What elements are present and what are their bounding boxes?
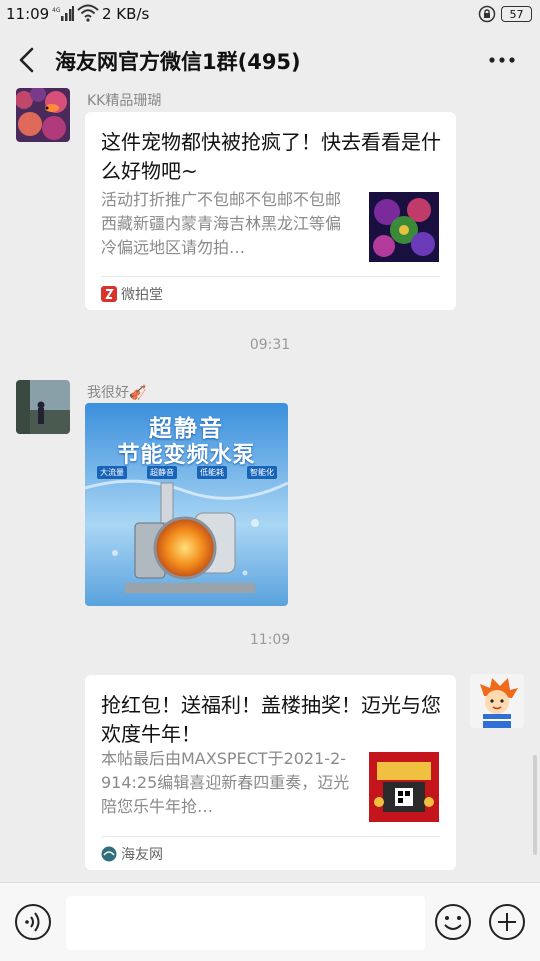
back-arrow-icon[interactable] [15, 46, 39, 74]
network-label: 4G [52, 7, 61, 14]
avatar-self[interactable] [470, 674, 524, 728]
promo-subheading: 节能变频水泵 [117, 443, 256, 468]
source-label: 微拍堂 [121, 287, 163, 303]
promo-tag: 大流量 [97, 466, 127, 479]
link-card[interactable]: 这件宠物都快被抢疯了！快去看看是什么好物吧~ 活动打折推广不包邮不包邮不包邮西藏… [85, 112, 456, 310]
cartoon-avatar-image [470, 674, 524, 728]
card-title: 抢红包！送福利！盖楼抽奖！迈光与您欢度牛年！ [101, 693, 441, 746]
more-icon[interactable] [487, 51, 517, 69]
source-label: 海友网 [121, 847, 163, 863]
scrollbar[interactable] [533, 755, 537, 855]
voice-icon[interactable] [14, 903, 52, 941]
card-thumbnail [369, 752, 439, 822]
coral-avatar-image [16, 88, 70, 142]
promo-tags: 大流量 超静音 低能耗 智能化 [97, 466, 277, 479]
sender-name: 我很好🎻 [87, 385, 147, 401]
card-divider [101, 276, 440, 277]
plus-icon[interactable] [488, 903, 526, 941]
image-message[interactable]: 超静音 节能变频水泵 大流量 超静音 低能耗 智能化 [85, 403, 288, 606]
link-card[interactable]: 抢红包！送福利！盖楼抽奖！迈光与您欢度牛年！ 本帖最后由MAXSPECT于202… [85, 675, 456, 870]
haiyou-logo-icon [101, 846, 117, 862]
promo-tag: 超静音 [147, 466, 177, 479]
card-source: 海友网 [101, 844, 163, 864]
card-title: 这件宠物都快被抢疯了！快去看看是什么好物吧~ [101, 130, 441, 183]
sender-name: KK精品珊瑚 [87, 93, 162, 109]
card-description: 本帖最后由MAXSPECT于2021-2-914:25编辑喜迎新春四重奏，迈光陪… [101, 749, 350, 816]
network-speed: 2 KB/s [102, 5, 150, 23]
promo-tag: 智能化 [247, 466, 277, 479]
wifi-icon [77, 4, 99, 22]
avatar-wohenhao[interactable] [16, 380, 70, 434]
chat-header: 海友网官方微信1群(495) [0, 30, 540, 90]
promo-tag: 低能耗 [197, 466, 227, 479]
landscape-avatar-image [16, 380, 70, 434]
avatar-kk[interactable] [16, 88, 70, 142]
timestamp: 11:09 [249, 632, 291, 648]
battery-icon: 57 [501, 6, 532, 22]
weipaitang-logo-icon [101, 286, 117, 302]
card-thumbnail [369, 192, 439, 262]
card-source: 微拍堂 [101, 284, 163, 304]
signal-icon: 4G [52, 6, 74, 21]
emoji-icon[interactable] [434, 903, 472, 941]
card-divider [101, 836, 440, 837]
card-description: 活动打折推广不包邮不包邮不包邮西藏新疆内蒙青海吉林黑龙江等偏冷偏远地区请勿拍… [101, 190, 342, 257]
alarm-icon [478, 5, 496, 23]
chat-title: 海友网官方微信1群(495) [55, 50, 301, 74]
status-bar: 11:09 4G 2 KB/s 57 [0, 0, 540, 30]
input-bar [0, 882, 540, 961]
timestamp: 09:31 [249, 337, 291, 353]
status-time: 11:09 [6, 5, 50, 23]
message-input[interactable] [66, 896, 425, 950]
